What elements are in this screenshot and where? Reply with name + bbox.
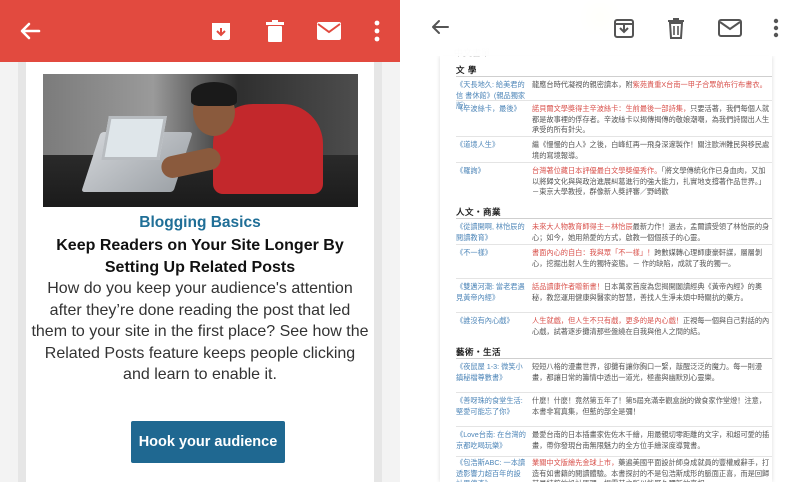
mail-icon[interactable] [314, 16, 344, 46]
more-vert-icon[interactable] [362, 16, 392, 46]
book-desc: 龍應台時代凝視的親密讀本，附紫苑貴重X台南一甲子合眾航布行布書衣。 [532, 80, 767, 89]
mail-icon[interactable] [716, 14, 744, 42]
right-email-panel: 中文書單 文 學 《天長地久: 給美君的信 書休館》(親品獨家版) 龍應台時代凝… [400, 0, 800, 482]
book-title[interactable]: 《不一樣》 [456, 248, 526, 259]
book-desc: 短短八格的漫畫世界，卻攤有讓你胸口一緊，敲醒泛泛的魔力。每一則漫畫，都讓日常的籌… [532, 362, 763, 382]
booklist-document: 中文書單 文 學 《天長地久: 給美君的信 書休館》(親品獨家版) 龍應台時代凝… [440, 48, 772, 482]
book-title[interactable]: 《羅詢》 [456, 166, 526, 177]
email-toolbar [0, 0, 400, 62]
hook-audience-button[interactable]: Hook your audience [131, 421, 285, 463]
book-desc: 最愛台南的日本插畫家佐佐木千繪，用最親切零距離的文字，和超可愛的插畫，帶你發現台… [532, 430, 770, 450]
left-email-panel: Blogging Basics Keep Readers on Your Sit… [0, 0, 400, 482]
book-desc: 什麼！什麼！竟然第五年了！第5屆充滿幸觀盒說的做食家作堂燈！注意，本書非寫真集，… [532, 396, 767, 416]
book-desc: 繼《慢慢的白人》之後，白峰紅再一飛身深邃製作！關注歐洲難民與移民處境的寫境報導。 [532, 140, 770, 160]
book-desc: 諾貝爾文學獎得主辛波絲卡：生前最後一部詩集，只要活著，我們每個人就都是故事裡的俘… [532, 104, 770, 134]
book-desc: 書面內心的自白：我與眾「不一樣」！跨數媒轉心理師康豪軒謀，層層剝心，挖掘出射人生… [532, 248, 763, 268]
book-title[interactable]: 《包浩斯ABC: 一本讀透影響力超百年的設計界傳奇》 [456, 458, 526, 482]
more-vert-icon[interactable] [762, 14, 790, 42]
section-title: 文 學 [456, 65, 477, 75]
email-toolbar [410, 0, 800, 56]
arrow-left-icon[interactable] [16, 17, 44, 45]
book-desc: 未來大人物教育師得主－林怡辰最新力作！過去，孟爾讀受領了林怡辰的身心；如今，她用… [532, 222, 770, 242]
hero-photo [43, 74, 358, 207]
book-title[interactable]: 《善呀珠的食堂生活: 堅愛可能忘了你》 [456, 396, 526, 417]
section-title: 人文・商業 [456, 207, 502, 217]
book-desc: 話品讀康作者贈新書！日本萬家首度為您揭開闔讀經典《黃帝內經》的奧秘，教您運用健康… [532, 282, 763, 302]
arrow-left-icon[interactable] [428, 15, 452, 39]
post-headline[interactable]: Keep Readers on Your Site Longer By Sett… [34, 235, 366, 279]
section-title: 藝術・生活 [456, 347, 502, 357]
trash-icon[interactable] [662, 14, 690, 42]
book-title[interactable]: 《Love台南: 在台灣的京都吃喝玩樂》 [456, 430, 526, 451]
book-desc: 人生就戲，但人生不只有戲，更多的是內心戲！正視每一個與自己對話的內心戲，試著逐步… [532, 316, 770, 336]
post-category[interactable]: Blogging Basics [26, 214, 374, 232]
book-title[interactable]: 《夜鼠屋 1-3: 微笑小鎮秘檔尊數書》 [456, 362, 526, 383]
trash-icon[interactable] [260, 16, 290, 46]
book-title[interactable]: 《辛波絲卡，最後》 [456, 104, 526, 115]
book-title[interactable]: 《從讀開啊, 林怡辰的閱讀教育》 [456, 222, 526, 243]
book-title[interactable]: 《雙邁河潮: 當老君遇見黃帝內經》 [456, 282, 526, 303]
archive-icon[interactable] [206, 16, 236, 46]
book-title[interactable]: 《道境人生》 [456, 140, 526, 151]
book-title[interactable]: 《誰沒有內心戲》 [456, 316, 526, 327]
email-body: Blogging Basics Keep Readers on Your Sit… [18, 62, 382, 482]
book-desc: 台灣著位藏日本評優最白文學獎優秀作。「將文學傳統化作已身血肉，又加以將歸文化與與… [532, 166, 766, 196]
archive-icon[interactable] [610, 14, 638, 42]
book-desc: 業關中文版繪先金球上市，藥遍美國平面設計師身成就員的豐權威辭手，打造有如書籍的閱… [532, 458, 770, 482]
post-excerpt: How do you keep your audience's attentio… [31, 280, 369, 383]
